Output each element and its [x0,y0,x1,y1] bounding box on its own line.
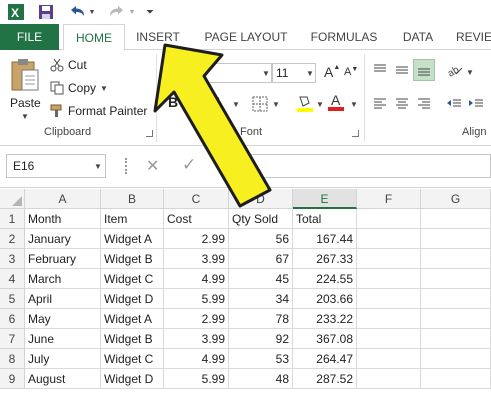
annotation-arrow [153,43,272,208]
